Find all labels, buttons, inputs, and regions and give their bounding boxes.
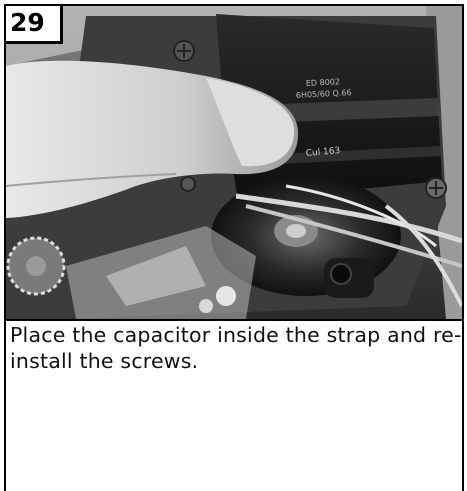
step-photo: ED 8002 6H05/60 Q.66 Cul 163 29: [6, 6, 462, 321]
step-number-badge: 29: [6, 6, 63, 44]
instruction-text: Place the capacitor inside the strap and…: [10, 323, 462, 373]
step-card: ED 8002 6H05/60 Q.66 Cul 163 29 Place th…: [4, 4, 464, 491]
capacitor-label-line1: ED 8002: [306, 77, 341, 88]
photo-image: ED 8002 6H05/60 Q.66 Cul 163: [6, 6, 462, 319]
